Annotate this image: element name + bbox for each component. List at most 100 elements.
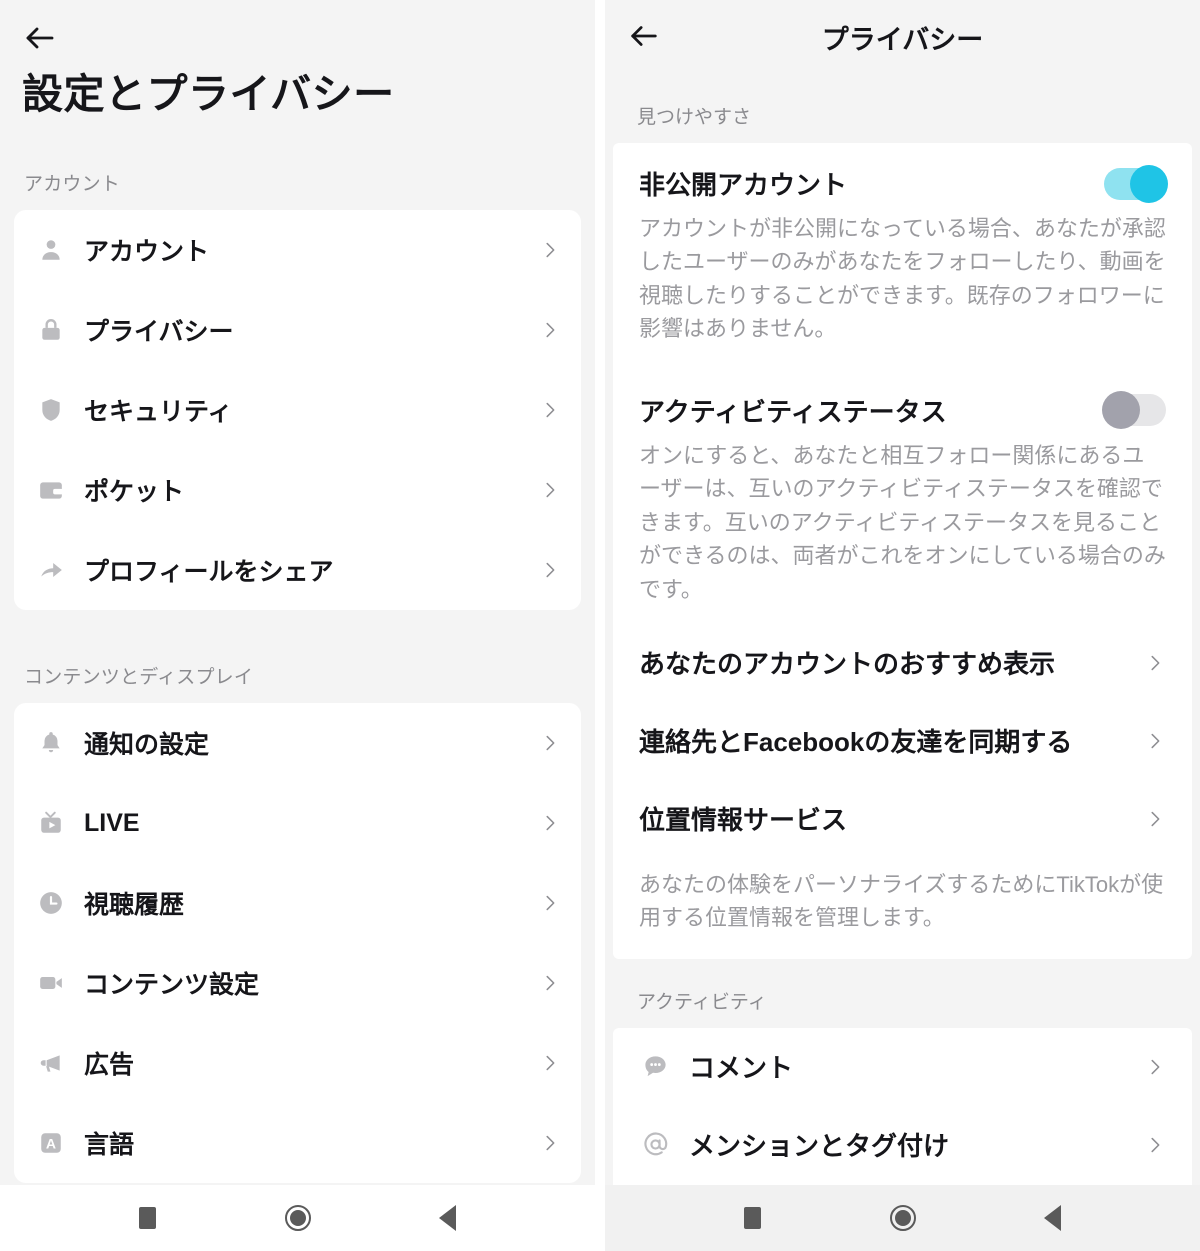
bell-icon — [34, 726, 68, 760]
toggle-knob — [1102, 391, 1140, 430]
person-icon — [34, 233, 68, 267]
sidebar-item-pocket[interactable]: ポケット — [14, 450, 581, 530]
privacy-screen: プライバシー 見つけやすさ 非公開アカウント アカウントが非公開になっている場合… — [605, 0, 1200, 1251]
arrow-left-icon[interactable] — [22, 20, 58, 56]
chevron-right-icon — [539, 1132, 561, 1154]
left-scroll-area[interactable]: 設定とプライバシー アカウント アカウント プライバシー セキュリティ ポケット… — [0, 0, 595, 1185]
page-title: 設定とプライバシー — [22, 71, 395, 117]
toggle-knob — [1130, 164, 1168, 203]
activity-item-mentions-tags[interactable]: メンションとタグ付け — [639, 1106, 1166, 1184]
chevron-right-icon — [539, 972, 561, 994]
private-account-row[interactable]: 非公開アカウント — [639, 143, 1168, 203]
sync-contacts-facebook-row[interactable]: 連絡先とFacebookの友達を同期する — [639, 702, 1166, 780]
activity-card: コメント メンションとタグ付け — [613, 1027, 1192, 1185]
sync-contacts-facebook-label: 連絡先とFacebookの友達を同期する — [639, 727, 1073, 758]
triangle-back-icon[interactable] — [1033, 1198, 1073, 1238]
sidebar-item-security[interactable]: セキュリティ — [14, 370, 581, 450]
section-label-content-display: コンテンツとディスプレイ — [24, 667, 254, 689]
square-recents-icon[interactable] — [733, 1198, 773, 1238]
sidebar-item-label: アカウント — [84, 238, 210, 267]
private-account-label: 非公開アカウント — [639, 170, 848, 200]
account-settings-card: アカウント プライバシー セキュリティ ポケット プロフィールをシェア — [14, 210, 581, 611]
video-icon — [34, 966, 68, 1000]
sidebar-item-share-profile[interactable]: プロフィールをシェア — [14, 530, 581, 610]
circle-home-icon[interactable] — [278, 1198, 318, 1238]
sidebar-item-language[interactable]: A 言語 — [14, 1103, 581, 1183]
chevron-right-icon — [539, 732, 561, 754]
suggest-account-label: あなたのアカウントのおすすめ表示 — [639, 649, 1056, 680]
activity-item-direct-messages[interactable]: ダイレクトメッセージ — [639, 1184, 1166, 1185]
sidebar-item-label: セキュリティ — [84, 398, 233, 427]
sidebar-item-label: 言語 — [84, 1131, 135, 1160]
activity-item-comments[interactable]: コメント — [639, 1028, 1166, 1106]
square-recents-icon[interactable] — [128, 1198, 168, 1238]
chevron-right-icon — [539, 239, 561, 261]
circle-home-icon[interactable] — [883, 1198, 923, 1238]
sidebar-item-watch-history[interactable]: 視聴履歴 — [14, 863, 581, 943]
sidebar-item-notifications[interactable]: 通知の設定 — [14, 703, 581, 783]
clock-icon — [34, 886, 68, 920]
sidebar-item-privacy[interactable]: プライバシー — [14, 290, 581, 370]
sidebar-item-label: 視聴履歴 — [84, 891, 185, 920]
chevron-right-icon — [1144, 730, 1166, 752]
activity-status-label: アクティビティステータス — [639, 396, 947, 427]
right-top-bar: プライバシー — [605, 0, 1200, 74]
sidebar-item-label: コンテンツ設定 — [84, 971, 260, 1000]
android-navigation-bar — [0, 1185, 595, 1251]
chevron-right-icon — [1144, 808, 1166, 830]
arrow-left-icon[interactable] — [627, 19, 663, 55]
location-services-label: 位置情報サービス — [639, 805, 848, 836]
section-label-activity: アクティビティ — [637, 991, 767, 1013]
private-account-toggle[interactable] — [1104, 164, 1168, 203]
sidebar-item-ads[interactable]: 広告 — [14, 1023, 581, 1103]
sidebar-item-label: 広告 — [84, 1051, 135, 1080]
lock-icon — [34, 313, 68, 347]
shield-icon — [34, 393, 68, 427]
sidebar-item-label: プロフィールをシェア — [84, 558, 334, 587]
sidebar-item-label: プライバシー — [84, 318, 234, 347]
right-scroll-area[interactable]: プライバシー 見つけやすさ 非公開アカウント アカウントが非公開になっている場合… — [605, 0, 1200, 1185]
content-display-card: 通知の設定 LIVE 視聴履歴 コンテンツ設定 広告 A 言語 — [14, 703, 581, 1184]
activity-status-description: オンにすると、あなたと相互フォロー関係にあるユーザーは、互いのアクティビティステ… — [639, 442, 1166, 602]
svg-text:A: A — [46, 1136, 56, 1152]
activity-status-toggle[interactable] — [1102, 391, 1166, 430]
sidebar-item-live[interactable]: LIVE — [14, 783, 581, 863]
activity-item-label: メンションとタグ付け — [689, 1131, 950, 1162]
suggest-account-row[interactable]: あなたのアカウントのおすすめ表示 — [639, 624, 1166, 702]
comment-icon — [639, 1051, 671, 1083]
wallet-icon — [34, 473, 68, 507]
at-mention-icon — [639, 1129, 671, 1161]
section-label-discoverability: 見つけやすさ — [637, 107, 752, 128]
left-top-bar — [0, 0, 595, 62]
page-title: プライバシー — [821, 24, 984, 55]
section-label-account: アカウント — [24, 174, 121, 196]
live-tv-icon — [34, 806, 68, 840]
activity-item-label: コメント — [689, 1053, 794, 1084]
panel-divider — [595, 0, 605, 1251]
activity-status-row[interactable]: アクティビティステータス — [639, 370, 1166, 430]
sidebar-item-content-preferences[interactable]: コンテンツ設定 — [14, 943, 581, 1023]
location-services-description: あなたの体験をパーソナライズするためにTikTokが使用する位置情報を管理します… — [639, 871, 1164, 931]
settings-and-privacy-screen: 設定とプライバシー アカウント アカウント プライバシー セキュリティ ポケット… — [0, 0, 595, 1251]
chevron-right-icon — [539, 319, 561, 341]
megaphone-icon — [34, 1046, 68, 1080]
chevron-right-icon — [539, 399, 561, 421]
private-account-description: アカウントが非公開になっている場合、あなたが承認したユーザーのみがあなたをフォロ… — [639, 216, 1166, 342]
chevron-right-icon — [539, 479, 561, 501]
share-icon — [34, 553, 68, 587]
sidebar-item-label: LIVE — [84, 808, 140, 837]
chevron-right-icon — [1144, 1134, 1166, 1156]
location-services-row[interactable]: 位置情報サービス — [639, 780, 1166, 858]
android-navigation-bar — [605, 1185, 1200, 1251]
chevron-right-icon — [1144, 652, 1166, 674]
chevron-right-icon — [1144, 1056, 1166, 1078]
sidebar-item-account[interactable]: アカウント — [14, 210, 581, 290]
language-a-icon: A — [34, 1126, 68, 1160]
dual-screenshot-container: 設定とプライバシー アカウント アカウント プライバシー セキュリティ ポケット… — [0, 0, 1200, 1251]
chevron-right-icon — [539, 892, 561, 914]
discoverability-card: 非公開アカウント アカウントが非公開になっている場合、あなたが承認したユーザーの… — [613, 143, 1192, 959]
sidebar-item-label: 通知の設定 — [84, 731, 210, 760]
chevron-right-icon — [539, 1052, 561, 1074]
triangle-back-icon[interactable] — [428, 1198, 468, 1238]
chevron-right-icon — [539, 812, 561, 834]
